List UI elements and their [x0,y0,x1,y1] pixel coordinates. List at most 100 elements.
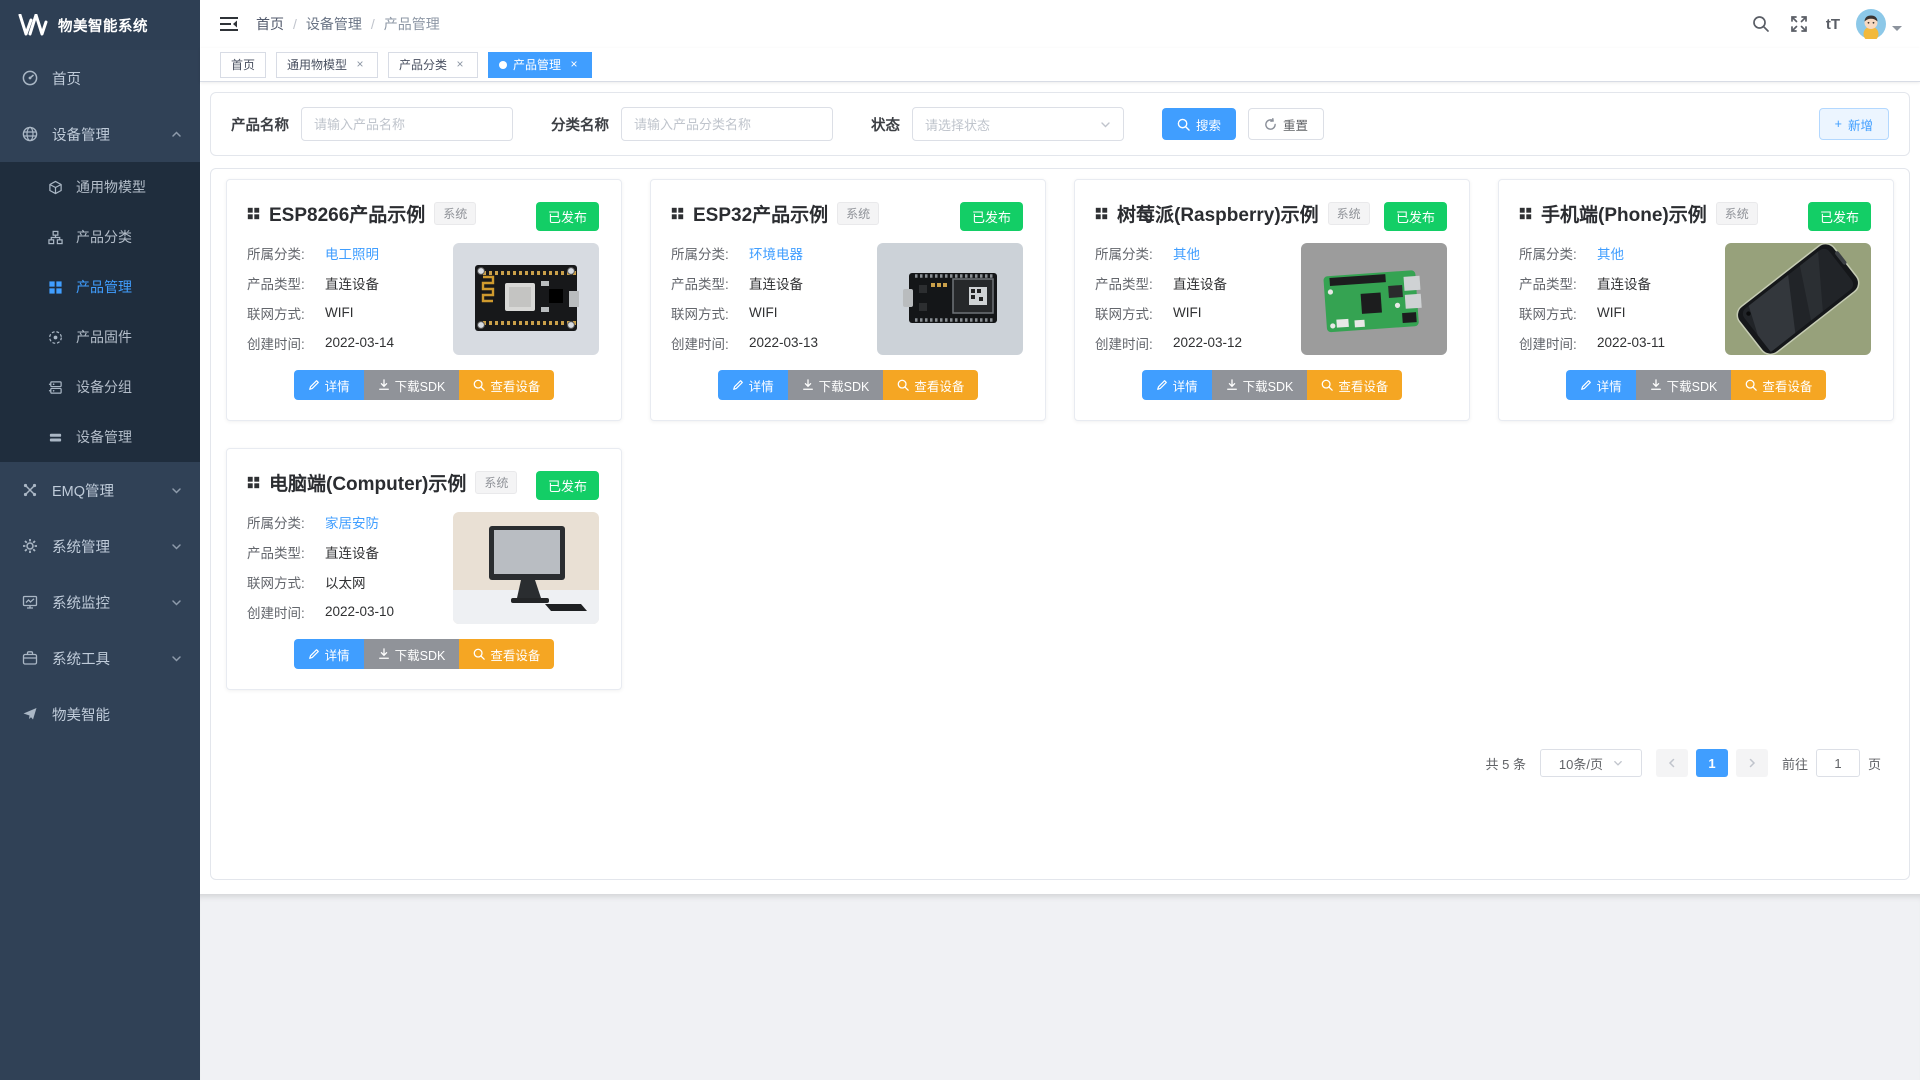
download-sdk-button[interactable]: 下载SDK [364,370,460,400]
view-devices-button[interactable]: 查看设备 [1307,370,1402,400]
field-value: 2022-03-13 [749,335,818,350]
share-icon [22,482,38,498]
search-button[interactable]: 搜索 [1162,108,1236,140]
field-value: 2022-03-10 [325,604,394,619]
add-button[interactable]: + 新增 [1819,108,1889,140]
sidebar-item-label: 设备分组 [76,377,132,397]
chevron-down-icon [171,597,182,608]
breadcrumb-device-mgmt[interactable]: 设备管理 [306,14,362,34]
detail-button[interactable]: 详情 [294,370,364,400]
app-logo[interactable]: 物美智能系统 [0,0,200,50]
category-link[interactable]: 电工照明 [325,243,379,263]
product-card[interactable]: 手机端(Phone)示例 系统 已发布 所属分类:其他 产品类型:直连设备 联网… [1498,179,1894,421]
view-devices-button[interactable]: 查看设备 [1731,370,1826,400]
tree-icon [48,230,63,245]
close-icon[interactable]: × [353,58,367,72]
product-title: ESP8266产品示例 [269,200,425,227]
sidebar-item-system-mgmt[interactable]: 系统管理 [0,518,200,574]
goto-page-input[interactable] [1816,749,1860,777]
view-devices-button[interactable]: 查看设备 [459,639,554,669]
collapse-sidebar-icon[interactable] [220,16,238,32]
prev-page-button[interactable] [1656,749,1688,777]
field-value: 直连设备 [749,273,803,293]
tab-home[interactable]: 首页 [220,52,266,78]
product-image-phone [1725,243,1871,355]
sidebar-item-system-tools[interactable]: 系统工具 [0,630,200,686]
sidebar-item-device-group[interactable]: 设备分组 [0,362,200,412]
category-link[interactable]: 其他 [1173,243,1200,263]
product-card[interactable]: ESP32产品示例 系统 已发布 所属分类:环境电器 产品类型:直连设备 联网方… [650,179,1046,421]
search-icon[interactable] [1750,13,1772,35]
status-select-placeholder: 请选择状态 [925,115,990,134]
download-sdk-button[interactable]: 下载SDK [364,639,460,669]
sidebar-item-label: 通用物模型 [76,177,146,197]
product-card[interactable]: ESP8266产品示例 系统 已发布 所属分类:电工照明 产品类型:直连设备 联… [226,179,622,421]
sidebar-item-thing-model[interactable]: 通用物模型 [0,162,200,212]
detail-button[interactable]: 详情 [1142,370,1212,400]
fullscreen-icon[interactable] [1788,13,1810,35]
field-label: 创建时间: [247,602,325,622]
product-card[interactable]: 电脑端(Computer)示例 系统 已发布 所属分类:家居安防 产品类型:直连… [226,448,622,690]
chevron-down-icon [1100,119,1111,130]
tab-label: 通用物模型 [287,56,347,73]
search-button-label: 搜索 [1196,115,1221,134]
product-list-panel: ESP8266产品示例 系统 已发布 所属分类:电工照明 产品类型:直连设备 联… [210,168,1910,880]
sidebar-item-device-mgmt-sub[interactable]: 设备管理 [0,412,200,462]
view-devices-button[interactable]: 查看设备 [459,370,554,400]
category-link[interactable]: 环境电器 [749,243,803,263]
breadcrumb-home[interactable]: 首页 [256,14,284,34]
breadcrumb-separator: / [371,16,375,32]
font-size-icon[interactable]: tT [1826,16,1840,33]
download-sdk-button[interactable]: 下载SDK [788,370,884,400]
download-icon [1226,379,1238,391]
goto-label: 前往 [1782,754,1808,773]
reset-button[interactable]: 重置 [1248,108,1324,140]
detail-button[interactable]: 详情 [1566,370,1636,400]
field-label: 联网方式: [1519,303,1597,323]
detail-button[interactable]: 详情 [718,370,788,400]
download-sdk-button[interactable]: 下载SDK [1636,370,1732,400]
add-button-label: 新增 [1848,115,1873,134]
tab-label: 产品管理 [513,56,561,73]
category-name-input[interactable] [621,107,833,141]
close-icon[interactable]: × [453,58,467,72]
close-icon[interactable]: × [567,58,581,72]
sidebar: 物美智能系统 首页 设备管理 通用物模型 产品分类 产品管理 [0,0,200,1080]
chevron-down-icon [1892,26,1902,31]
download-sdk-button[interactable]: 下载SDK [1212,370,1308,400]
sidebar-item-product-category[interactable]: 产品分类 [0,212,200,262]
sidebar-item-wumei-smart[interactable]: 物美智能 [0,686,200,742]
user-menu[interactable] [1856,9,1902,39]
sdk-button-label: 下载SDK [395,645,446,664]
sidebar-item-device-mgmt[interactable]: 设备管理 [0,106,200,162]
status-select[interactable]: 请选择状态 [912,107,1124,141]
sidebar-item-product-mgmt[interactable]: 产品管理 [0,262,200,312]
tab-product-category[interactable]: 产品分类 × [388,52,478,78]
page-number-1[interactable]: 1 [1696,749,1728,777]
sidebar-item-emq-mgmt[interactable]: EMQ管理 [0,462,200,518]
search-icon [1321,379,1333,391]
next-page-button[interactable] [1736,749,1768,777]
filter-panel: 产品名称 分类名称 状态 请选择状态 搜索 重置 [210,92,1910,156]
product-card[interactable]: 树莓派(Raspberry)示例 系统 已发布 所属分类:其他 产品类型:直连设… [1074,179,1470,421]
category-link[interactable]: 其他 [1597,243,1624,263]
tab-thing-model[interactable]: 通用物模型 × [276,52,378,78]
system-tag: 系统 [475,471,517,494]
sidebar-item-home[interactable]: 首页 [0,50,200,106]
sidebar-item-system-monitor[interactable]: 系统监控 [0,574,200,630]
devices-button-label: 查看设备 [914,376,964,395]
tab-product-mgmt[interactable]: 产品管理 × [488,52,592,78]
page-size-select[interactable]: 10条/页 [1540,749,1642,777]
view-devices-button[interactable]: 查看设备 [883,370,978,400]
category-link[interactable]: 家居安防 [325,512,379,532]
detail-button[interactable]: 详情 [294,639,364,669]
chevron-up-icon [171,129,182,140]
main-column: 首页 / 设备管理 / 产品管理 tT [200,0,1920,1080]
sdk-button-label: 下载SDK [1667,376,1718,395]
field-label: 产品类型: [247,273,325,293]
sdk-button-label: 下载SDK [1243,376,1294,395]
sidebar-item-product-firmware[interactable]: 产品固件 [0,312,200,362]
product-name-input[interactable] [301,107,513,141]
system-tag: 系统 [1328,202,1370,225]
chevron-down-icon [171,541,182,552]
